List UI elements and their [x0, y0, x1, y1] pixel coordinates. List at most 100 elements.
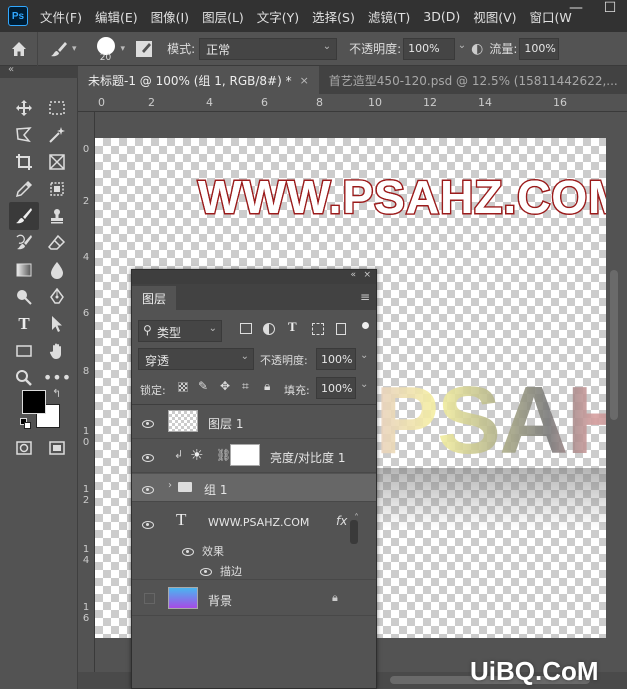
minimize-button[interactable]: —	[559, 0, 593, 32]
tab-psd-file[interactable]: 首艺造型450-120.psd @ 12.5% (15811442622,...	[319, 66, 627, 94]
filter-toggle-icon[interactable]	[362, 322, 369, 329]
magic-wand-tool[interactable]	[44, 123, 70, 147]
pen-tool[interactable]	[44, 285, 70, 309]
link-icon[interactable]: ⛓	[216, 448, 231, 462]
close-icon[interactable]: ×	[363, 270, 371, 280]
lock-transparent-icon[interactable]	[178, 382, 188, 392]
brush-preset-picker[interactable]: ▾	[50, 40, 77, 58]
brush-tool[interactable]	[9, 202, 39, 230]
foreground-color-swatch[interactable]	[22, 390, 46, 414]
chevron-down-icon[interactable]: ⌄	[360, 350, 368, 361]
marquee-tool[interactable]	[44, 96, 70, 120]
default-colors-icon[interactable]	[20, 418, 32, 430]
quick-mask-button[interactable]	[11, 436, 37, 460]
ruler-horizontal[interactable]: 0 2 4 6 8 10 12 14 16	[78, 94, 627, 112]
close-icon[interactable]: ×	[300, 74, 309, 87]
zoom-tool[interactable]	[11, 366, 37, 390]
visibility-toggle[interactable]	[144, 593, 155, 604]
layer-name[interactable]: WWW.PSAHZ.COM	[208, 516, 309, 529]
stamp-tool[interactable]	[44, 204, 70, 228]
filter-pixel-icon[interactable]	[240, 323, 252, 334]
eyedropper-tool[interactable]	[11, 177, 37, 201]
filter-type-icon[interactable]: T	[288, 319, 297, 335]
layers-scrollbar[interactable]	[350, 520, 358, 544]
chevron-down-icon[interactable]: ⌄	[360, 379, 368, 390]
layer-filter-select[interactable]: ⚲ 类型 ⌄	[138, 320, 222, 342]
layer-row-text[interactable]: T WWW.PSAHZ.COM fx ˄	[132, 504, 376, 537]
filter-smart-object-icon[interactable]	[336, 323, 346, 335]
lock-artboard-icon[interactable]: ⌗	[242, 379, 249, 394]
blur-tool[interactable]	[44, 258, 70, 282]
layer-name[interactable]: 背景	[208, 592, 232, 609]
layer-row-layer-1[interactable]: 图层 1	[132, 406, 376, 439]
collapse-icon[interactable]: «	[8, 64, 14, 75]
menu-layer[interactable]: 图层(L)	[202, 7, 244, 26]
dodge-tool[interactable]	[11, 285, 37, 309]
crop-tool[interactable]	[11, 150, 37, 174]
menu-file[interactable]: 文件(F)	[40, 7, 82, 26]
filter-shape-icon[interactable]	[312, 323, 324, 335]
vertical-scrollbar[interactable]	[610, 270, 618, 420]
opacity-input[interactable]: 100% ⌄	[403, 37, 466, 60]
lasso-tool[interactable]	[11, 123, 37, 147]
effects-row[interactable]: 效果	[132, 540, 376, 560]
eraser-tool[interactable]	[44, 231, 70, 255]
brush-size-picker[interactable]: 20	[93, 35, 119, 63]
move-tool[interactable]	[11, 96, 37, 120]
gradient-tool[interactable]	[11, 258, 37, 282]
maximize-button[interactable]: ☐	[593, 0, 627, 32]
tab-layers[interactable]: 图层	[132, 286, 177, 310]
chevron-down-icon[interactable]: ▾	[121, 44, 126, 54]
layer-name[interactable]: 组 1	[204, 481, 227, 498]
expand-chevron-icon[interactable]: ›	[168, 480, 172, 491]
fill-input[interactable]: 100%	[316, 377, 356, 399]
menu-select[interactable]: 选择(S)	[312, 7, 355, 26]
swap-colors-icon[interactable]: ↰	[52, 387, 61, 400]
home-button[interactable]	[0, 31, 38, 66]
photoshop-logo[interactable]: Ps	[8, 6, 28, 26]
lock-position-icon[interactable]: ✥	[220, 379, 230, 393]
visibility-toggle[interactable]	[142, 451, 158, 463]
pressure-opacity-icon[interactable]: ◐	[471, 41, 483, 57]
layer-opacity-input[interactable]: 100%	[316, 348, 356, 370]
lock-all-icon[interactable]: 🔒︎	[264, 379, 270, 394]
hand-tool[interactable]	[44, 339, 70, 363]
layer-row-background[interactable]: 背景 🔒︎	[132, 583, 376, 616]
mode-select[interactable]: 正常 ⌄	[199, 37, 338, 60]
menu-view[interactable]: 视图(V)	[473, 7, 516, 26]
frame-tool[interactable]	[44, 150, 70, 174]
history-brush-tool[interactable]	[11, 231, 37, 255]
object-selection-tool[interactable]	[44, 177, 70, 201]
visibility-toggle[interactable]	[142, 518, 158, 530]
ruler-vertical[interactable]: 0 2 4 6 8 1 0 1 2 1 4 1 6	[78, 112, 95, 672]
menu-type[interactable]: 文字(Y)	[257, 7, 299, 26]
rectangle-tool[interactable]	[11, 339, 37, 363]
menu-filter[interactable]: 滤镜(T)	[368, 7, 410, 26]
panel-menu-icon[interactable]: ≡	[360, 290, 370, 304]
visibility-toggle[interactable]	[200, 565, 216, 577]
layer-name[interactable]: 图层 1	[208, 415, 243, 432]
visibility-toggle[interactable]	[142, 417, 158, 429]
fx-badge[interactable]: fx	[336, 514, 347, 528]
blend-mode-select[interactable]: 穿透 ⌄	[138, 348, 254, 370]
visibility-toggle[interactable]	[142, 483, 158, 495]
layer-row-group-1[interactable]: › 组 1	[132, 474, 376, 502]
menu-3d[interactable]: 3D(D)	[423, 9, 460, 24]
type-tool[interactable]: T	[11, 312, 37, 336]
screen-mode-button[interactable]	[44, 436, 70, 460]
layer-name[interactable]: 亮度/对比度 1	[270, 449, 346, 466]
filter-adjustment-icon[interactable]	[263, 323, 275, 335]
stroke-effect-row[interactable]: 描边	[132, 560, 376, 580]
tab-untitled-1[interactable]: 未标题-1 @ 100% (组 1, RGB/8#) * ×	[78, 66, 319, 94]
gradient-icon	[16, 263, 32, 277]
menu-edit[interactable]: 编辑(E)	[95, 7, 138, 26]
menu-image[interactable]: 图像(I)	[151, 7, 189, 26]
path-selection-tool[interactable]	[44, 312, 70, 336]
visibility-toggle[interactable]	[182, 545, 198, 557]
collapse-panel-icon[interactable]: «	[350, 270, 356, 280]
lock-pixels-icon[interactable]: ✎	[198, 379, 208, 393]
ruler-tick-label: 2	[82, 196, 90, 207]
layer-row-brightness-contrast[interactable]: ↲ ☀ ⛓ 亮度/对比度 1	[132, 440, 376, 473]
brush-settings-toggle[interactable]	[135, 40, 153, 58]
flow-input[interactable]: 100%	[519, 37, 560, 60]
